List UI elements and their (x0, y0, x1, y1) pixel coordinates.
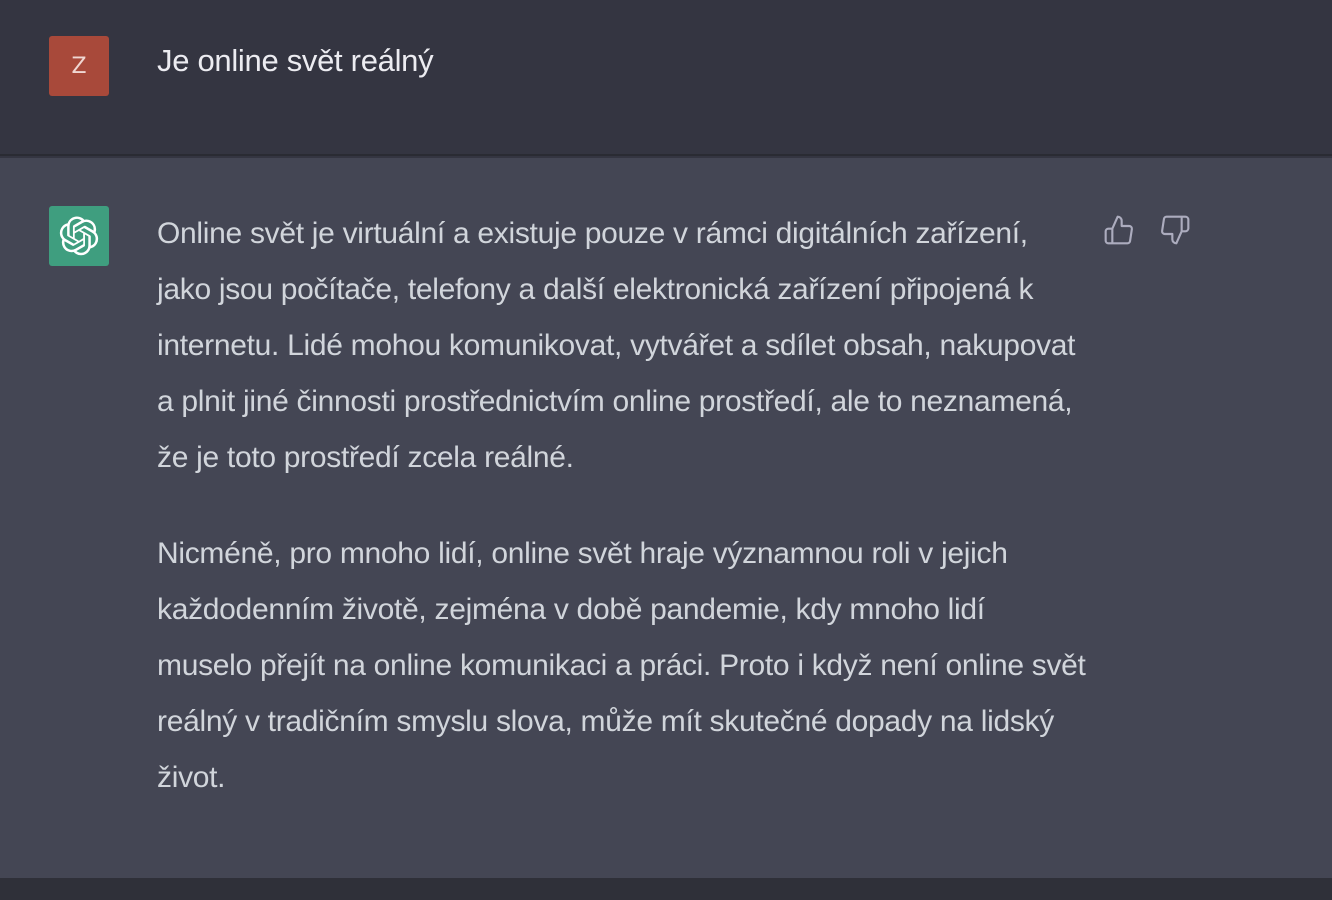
thumbs-down-icon (1161, 215, 1190, 245)
assistant-message-row: Online svět je virtuální a existuje pouz… (0, 158, 1332, 878)
thumbs-up-button[interactable] (1099, 210, 1139, 250)
user-avatar: Z (49, 36, 109, 96)
thumbs-up-icon (1104, 215, 1133, 245)
bottom-divider (0, 878, 1332, 900)
thumbs-down-button[interactable] (1155, 210, 1195, 250)
assistant-paragraph-1: Online svět je virtuální a existuje pouz… (157, 217, 1076, 474)
assistant-message-text: Online svět je virtuální a existuje pouz… (157, 206, 1087, 846)
user-avatar-letter: Z (71, 53, 87, 79)
assistant-paragraph-2: Nicméně, pro mnoho lidí, online svět hra… (157, 537, 1086, 794)
user-message-text: Je online svět reálný (157, 43, 434, 78)
openai-logo-icon (59, 216, 99, 256)
user-message-row: Z Je online svět reálný (0, 0, 1332, 156)
assistant-avatar (49, 206, 109, 266)
